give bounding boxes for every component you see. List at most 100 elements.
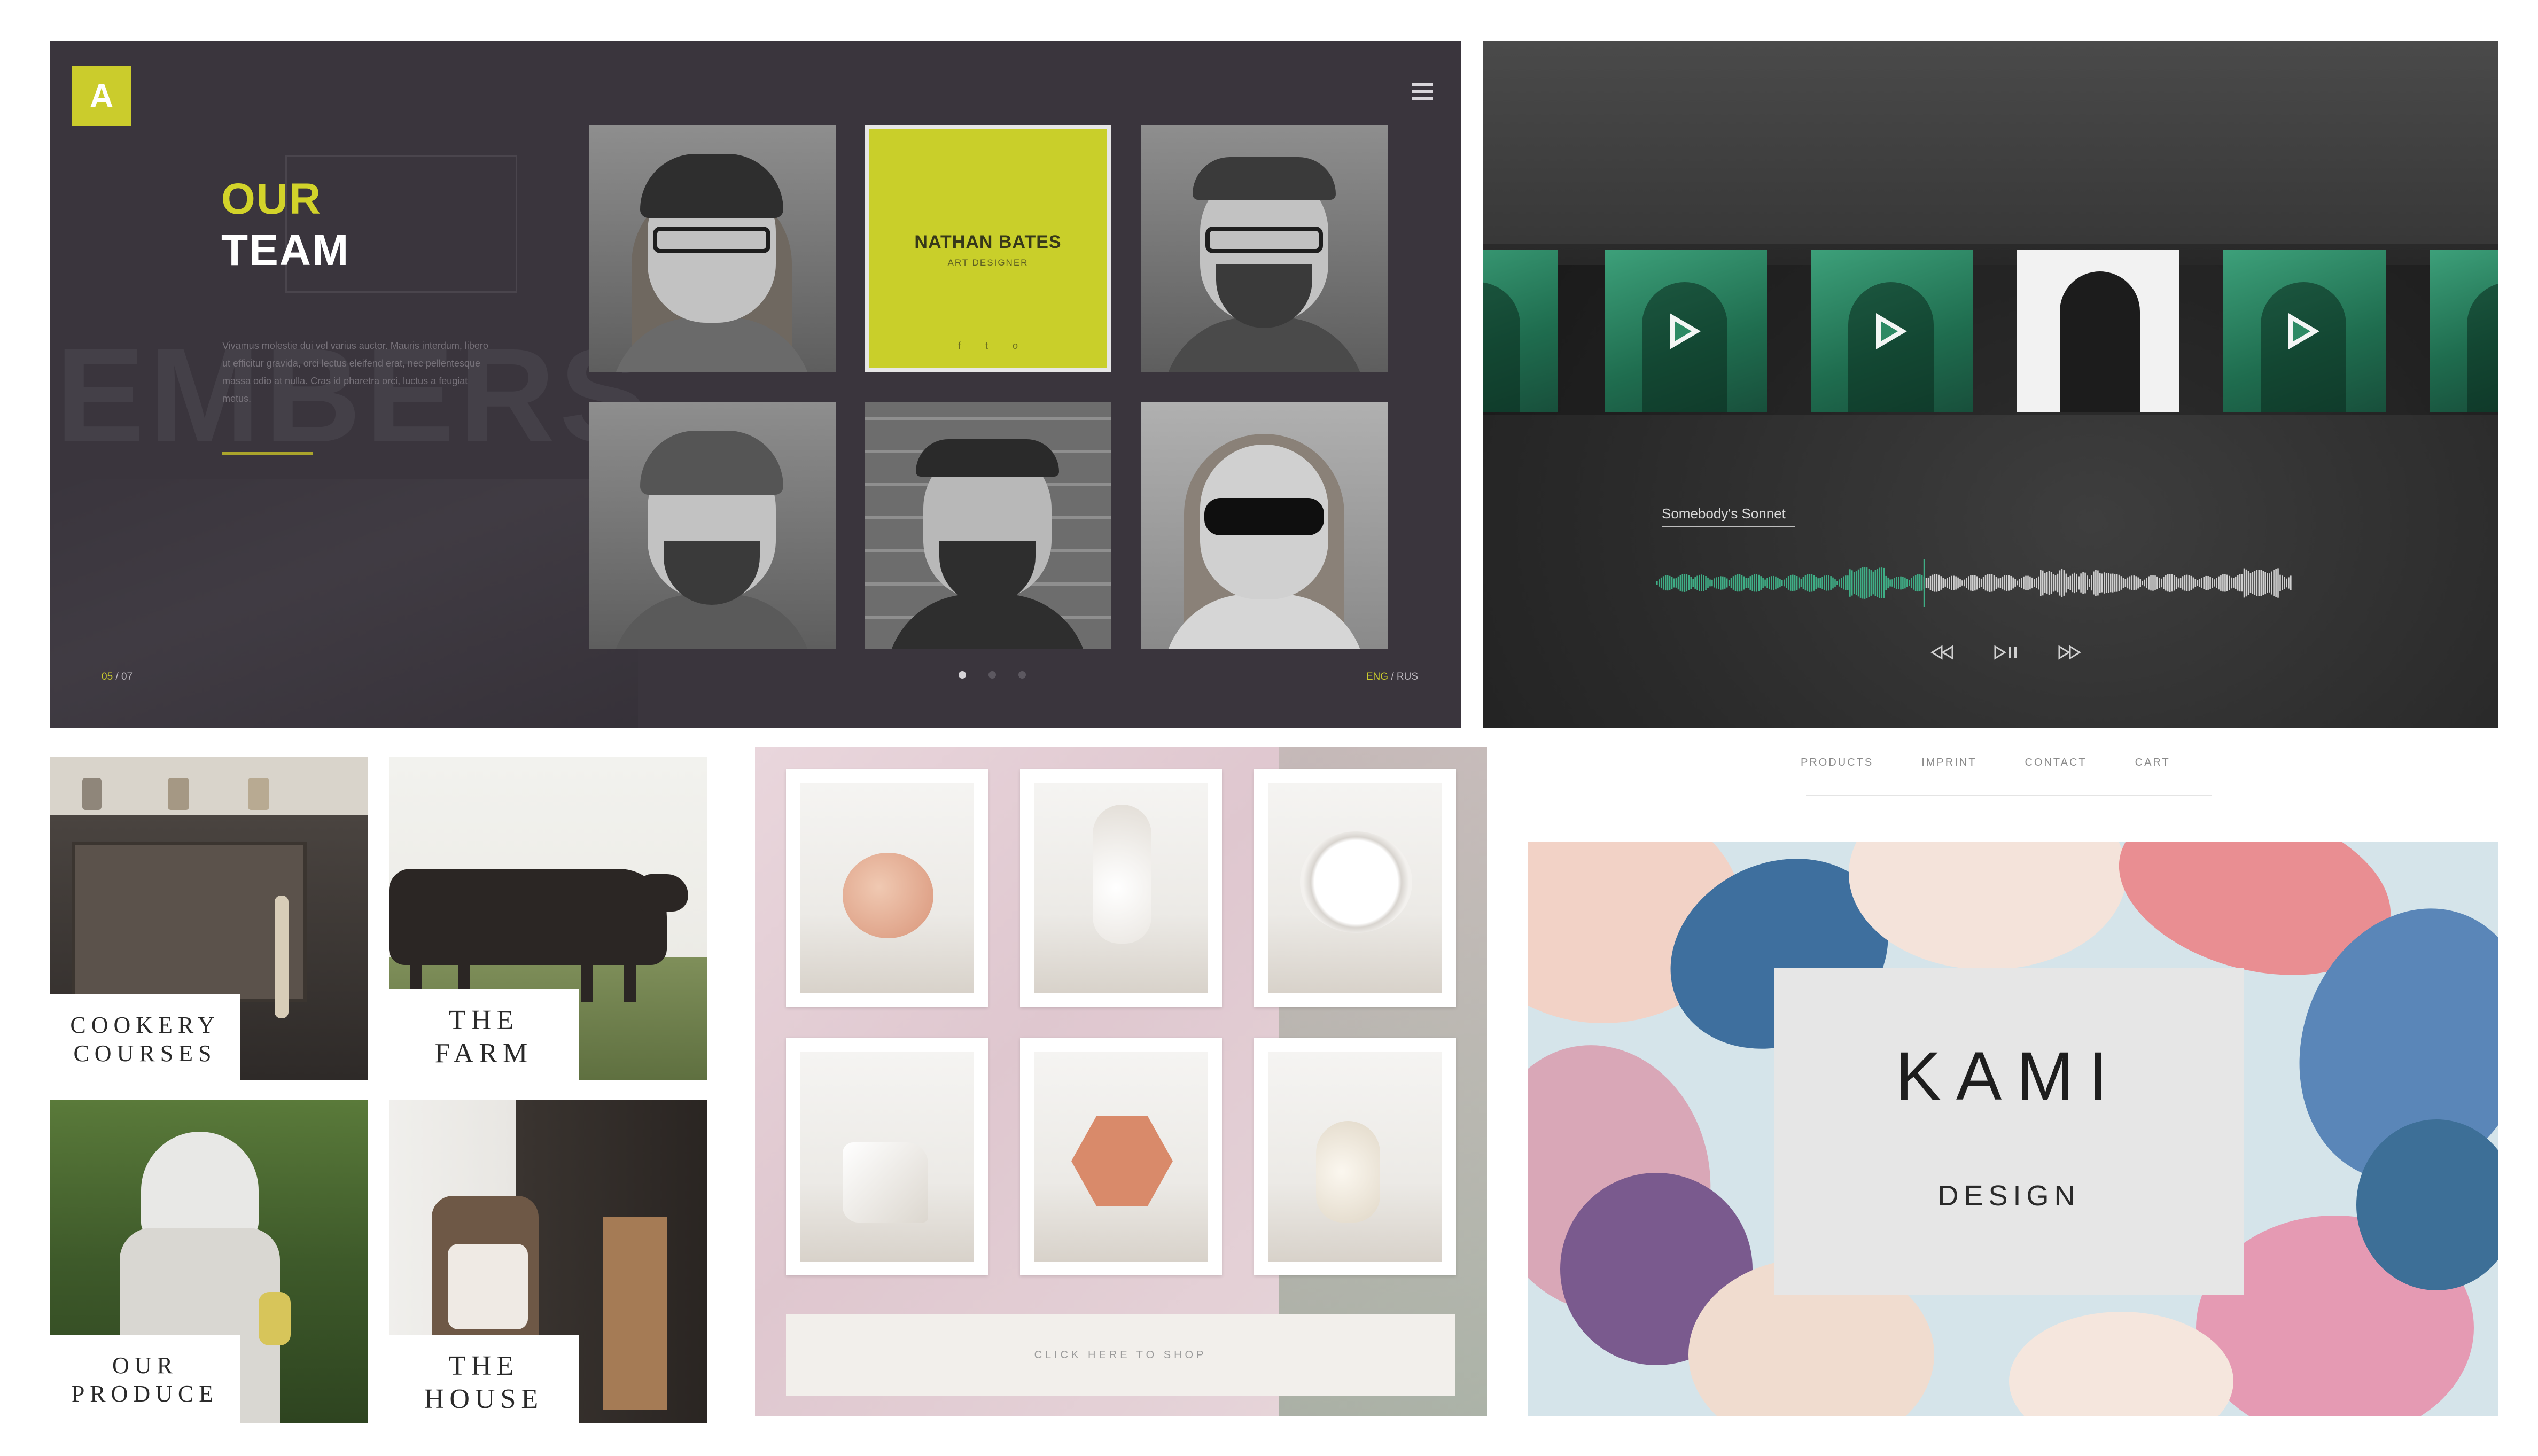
- rewind-icon[interactable]: [1929, 644, 1955, 660]
- pagination-dots: [959, 671, 1026, 679]
- waveform-bar: [2282, 575, 2283, 590]
- team-member-photo[interactable]: [865, 402, 1111, 649]
- waveform-bar: [2167, 574, 2169, 592]
- waveform-bar: [1966, 578, 1967, 588]
- waveform-bar: [1671, 577, 1673, 589]
- language-switcher[interactable]: ENG / RUS: [1366, 671, 1418, 683]
- waveform-bar: [1677, 576, 1679, 590]
- waveform-bar: [2044, 573, 2046, 593]
- product-card[interactable]: [1020, 769, 1222, 1007]
- pagination-dot[interactable]: [988, 671, 996, 679]
- waveform-bar: [1737, 574, 1739, 592]
- waveform-bar: [2065, 573, 2067, 593]
- waveform-bar: [2277, 568, 2279, 598]
- background-shade: [50, 479, 638, 728]
- hamburger-menu-icon[interactable]: [1412, 83, 1433, 103]
- waveform-bar: [1749, 576, 1751, 590]
- waveform-bar: [1734, 574, 1737, 591]
- product-card[interactable]: [786, 769, 988, 1007]
- video-thumbnail-active[interactable]: [2017, 250, 2179, 412]
- team-member-photo[interactable]: [1141, 125, 1388, 372]
- waveform-bar: [2082, 572, 2084, 594]
- featured-member-card[interactable]: NATHAN BATES ART DESIGNER f t o: [865, 125, 1111, 372]
- team-description: Vivamus molestie dui vel varius auctor. …: [222, 340, 488, 404]
- waveform-bar: [1855, 571, 1857, 595]
- page-total: / 07: [115, 671, 133, 682]
- video-thumbnail[interactable]: [1605, 250, 1767, 412]
- farm-tile-label: THE FARM: [389, 989, 579, 1080]
- waveform-bar: [1953, 575, 1955, 590]
- waveform-bar: [2220, 575, 2222, 591]
- instagram-icon[interactable]: o: [1013, 340, 1018, 352]
- waveform-bar: [2197, 580, 2199, 586]
- video-thumbnail[interactable]: [1811, 250, 1973, 412]
- farm-tile-label: OUR PRODUCE: [50, 1335, 240, 1423]
- waveform-bar: [2284, 577, 2285, 589]
- facebook-icon[interactable]: f: [958, 340, 961, 352]
- audio-waveform[interactable]: [1656, 554, 2292, 612]
- waveform-bar: [2042, 570, 2044, 596]
- farm-tile-cookery[interactable]: COOKERY COURSES: [50, 757, 368, 1080]
- pagination-dot[interactable]: [959, 671, 966, 679]
- waveform-bar: [1909, 580, 1910, 586]
- waveform-bar: [2249, 573, 2252, 593]
- logo[interactable]: A: [72, 66, 131, 126]
- waveform-bar: [1851, 570, 1853, 596]
- product-card[interactable]: [786, 1038, 988, 1275]
- fast-forward-icon[interactable]: [2057, 644, 2083, 660]
- team-member-photo[interactable]: [1141, 402, 1388, 649]
- language-other[interactable]: / RUS: [1391, 671, 1418, 682]
- waveform-bar: [1978, 578, 1980, 588]
- nav-cart[interactable]: CART: [2135, 757, 2170, 769]
- waveform-bar: [2188, 575, 2190, 591]
- waveform-bar: [2256, 570, 2258, 596]
- waveform-bar: [1781, 580, 1783, 586]
- waveform-bar: [2201, 578, 2202, 588]
- waveform-bar: [1681, 574, 1684, 592]
- farm-tile-house[interactable]: THE HOUSE: [389, 1100, 707, 1423]
- product-card[interactable]: [1020, 1038, 1222, 1275]
- waveform-bar: [2014, 579, 2016, 587]
- video-thumbnail[interactable]: [2430, 250, 2498, 412]
- waveform-bar: [1917, 574, 1919, 592]
- product-card[interactable]: [1254, 1038, 1456, 1275]
- waveform-bar: [2112, 573, 2114, 593]
- product-card[interactable]: [1254, 769, 1456, 1007]
- waveform-bar: [1868, 569, 1870, 597]
- language-current[interactable]: ENG: [1366, 671, 1388, 682]
- waveform-bar: [2214, 579, 2215, 587]
- brand-tagline: DESIGN: [1937, 1180, 2081, 1212]
- video-thumbnail[interactable]: [1483, 250, 1558, 412]
- waveform-bar: [2279, 574, 2281, 591]
- waveform-bar: [2059, 570, 2061, 596]
- nav-contact[interactable]: CONTACT: [2025, 757, 2087, 769]
- waveform-bar: [2031, 577, 2033, 589]
- waveform-bar: [1845, 575, 1847, 590]
- waveform-bar: [1667, 575, 1669, 591]
- shop-button[interactable]: CLICK HERE TO SHOP: [786, 1314, 1455, 1396]
- pagination-dot[interactable]: [1018, 671, 1026, 679]
- waveform-bar: [2101, 573, 2103, 593]
- waveform-bar: [2275, 569, 2277, 597]
- twitter-icon[interactable]: t: [985, 340, 988, 352]
- waveform-bar: [1972, 575, 1974, 591]
- waveform-bar: [1688, 575, 1690, 590]
- waveform-bar: [1830, 576, 1832, 590]
- waveform-bar: [1745, 578, 1747, 588]
- nav-imprint[interactable]: IMPRINT: [1921, 757, 1976, 769]
- waveform-bar: [2038, 576, 2039, 590]
- waveform-bar: [2029, 576, 2031, 590]
- play-pause-icon[interactable]: [1993, 644, 2019, 660]
- farm-tile-produce[interactable]: OUR PRODUCE: [50, 1100, 368, 1423]
- team-member-photo[interactable]: [589, 402, 836, 649]
- farm-tile-farm[interactable]: THE FARM: [389, 757, 707, 1080]
- waveform-bar: [2203, 577, 2205, 589]
- page-current: 05: [102, 671, 113, 682]
- team-member-photo[interactable]: [589, 125, 836, 372]
- playhead[interactable]: [1923, 559, 1925, 607]
- waveform-bar: [1669, 575, 1671, 590]
- nav-products[interactable]: PRODUCTS: [1801, 757, 1873, 769]
- video-thumbnail[interactable]: [2223, 250, 2386, 412]
- waveform-bar: [2161, 578, 2162, 588]
- waveform-bar: [1989, 574, 1991, 592]
